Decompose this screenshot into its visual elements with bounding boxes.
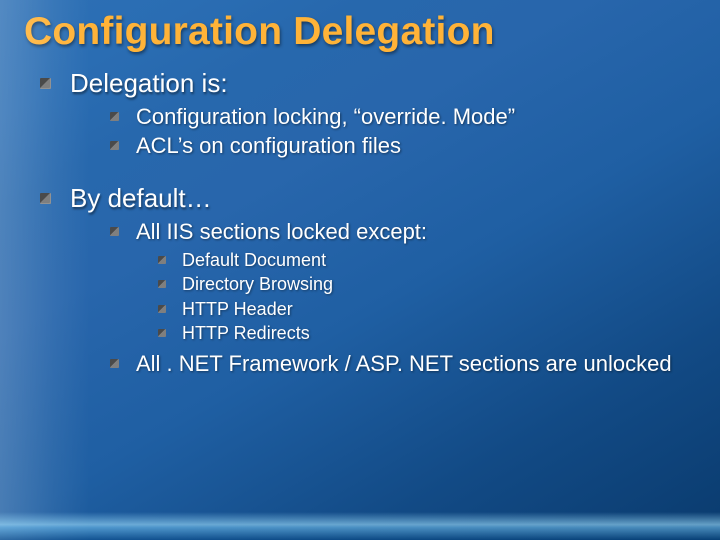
heading-locked-except: All IIS sections locked except: bbox=[136, 219, 427, 244]
item-directory-browsing: Directory Browsing bbox=[158, 273, 696, 295]
locked-except-sublist: Default Document Directory Browsing HTTP… bbox=[158, 249, 696, 344]
item-http-header: HTTP Header bbox=[158, 298, 696, 320]
item-config-locking: Configuration locking, “override. Mode” bbox=[110, 103, 696, 130]
item-by-default: By default… All IIS sections locked exce… bbox=[40, 183, 696, 377]
item-acls: ACL’s on configuration files bbox=[110, 132, 696, 159]
heading-by-default: By default… bbox=[70, 183, 212, 213]
heading-delegation-is: Delegation is: bbox=[70, 68, 228, 98]
item-delegation-is: Delegation is: Configuration locking, “o… bbox=[40, 68, 696, 159]
item-locked-except: All IIS sections locked except: Default … bbox=[110, 218, 696, 345]
slide-title: Configuration Delegation bbox=[24, 10, 696, 54]
item-default-document: Default Document bbox=[158, 249, 696, 271]
delegation-is-sublist: Configuration locking, “override. Mode” … bbox=[110, 103, 696, 160]
bullet-list-lvl1: Delegation is: Configuration locking, “o… bbox=[40, 68, 696, 378]
slide: Configuration Delegation Delegation is: … bbox=[0, 0, 720, 540]
item-all-net-unlocked: All . NET Framework / ASP. NET sections … bbox=[110, 350, 696, 377]
item-http-redirects: HTTP Redirects bbox=[158, 322, 696, 344]
by-default-sublist: All IIS sections locked except: Default … bbox=[110, 218, 696, 378]
